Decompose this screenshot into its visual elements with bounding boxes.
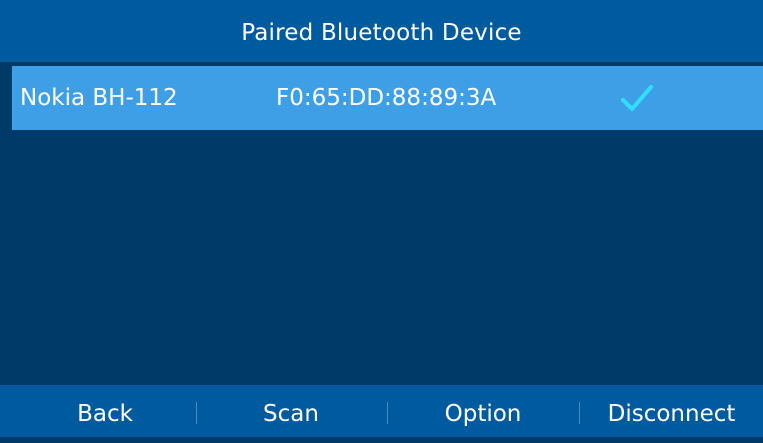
disconnect-softkey[interactable]: Disconnect — [580, 385, 763, 437]
device-mac-address: F0:65:DD:88:89:3A — [276, 85, 497, 111]
device-name: Nokia BH-112 — [20, 85, 178, 111]
bluetooth-screen: Paired Bluetooth Device Nokia BH-112 F0:… — [0, 0, 763, 437]
option-softkey[interactable]: Option — [387, 385, 579, 437]
title-bar: Paired Bluetooth Device — [0, 0, 763, 62]
device-row-selected[interactable]: Nokia BH-112 F0:65:DD:88:89:3A — [12, 66, 763, 130]
scan-softkey[interactable]: Scan — [196, 385, 386, 437]
page-title: Paired Bluetooth Device — [241, 19, 522, 46]
softkey-bar: Back Scan Option Disconnect — [0, 385, 763, 437]
back-softkey[interactable]: Back — [0, 385, 210, 437]
paired-device-list: Nokia BH-112 F0:65:DD:88:89:3A — [0, 62, 763, 385]
checkmark-icon — [621, 85, 653, 111]
